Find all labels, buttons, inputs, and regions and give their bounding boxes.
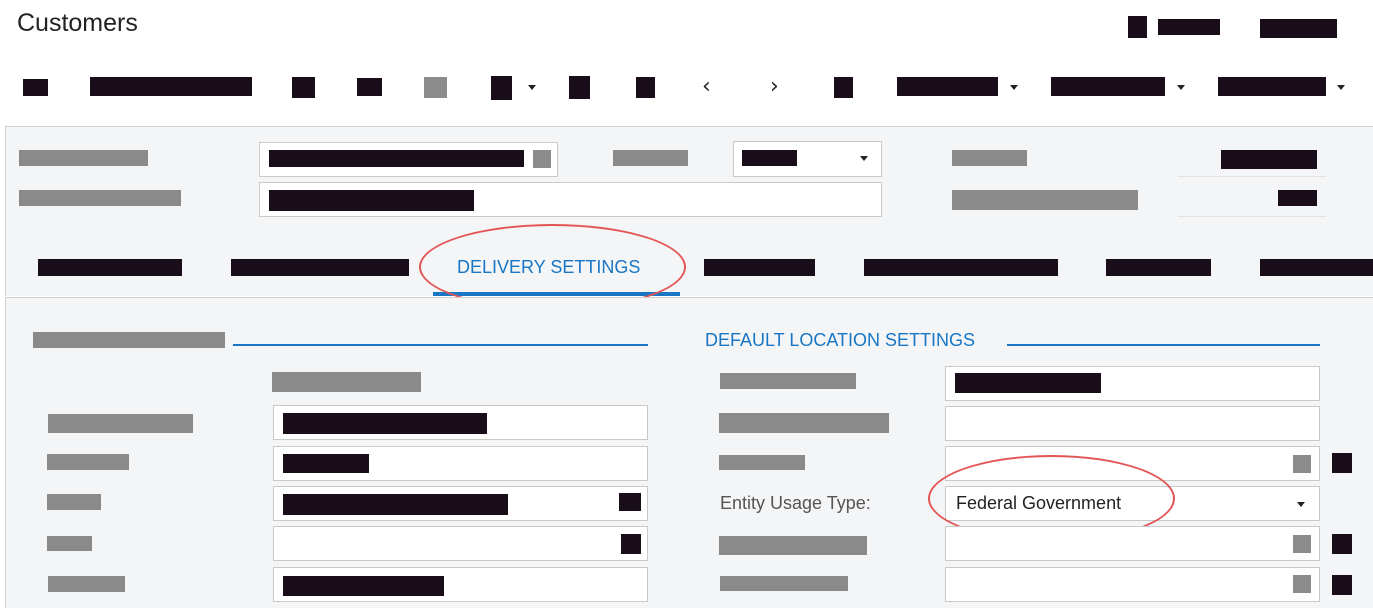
toolbar-button-6[interactable] (636, 77, 655, 98)
section-title-default-location: DEFAULT LOCATION SETTINGS (705, 330, 976, 350)
column-header (272, 372, 421, 392)
left-field-4[interactable] (273, 526, 648, 561)
page-title: Customers (17, 9, 138, 37)
tab-4[interactable] (704, 259, 815, 276)
entity-usage-type-label: Entity Usage Type: (720, 493, 871, 513)
header-link-1[interactable] (1158, 19, 1220, 35)
field-label (613, 150, 688, 166)
header-link-2[interactable] (1260, 19, 1337, 38)
chevron-down-icon (1177, 85, 1185, 90)
chevron-down-icon (528, 85, 536, 90)
tab-5[interactable] (864, 259, 1058, 276)
field-label (19, 190, 181, 206)
lookup-icon[interactable] (1293, 535, 1311, 553)
tab-1[interactable] (38, 259, 182, 276)
lookup-icon[interactable] (533, 150, 551, 168)
divider (1178, 216, 1326, 217)
field-label (47, 454, 129, 470)
edit-icon[interactable] (1332, 575, 1352, 595)
field-label (48, 576, 125, 592)
right-field-6[interactable] (945, 567, 1320, 602)
divider (1178, 176, 1326, 177)
tab-6[interactable] (1106, 259, 1211, 276)
toolbar-menu-3[interactable] (1218, 77, 1326, 96)
chevron-down-icon (860, 156, 868, 161)
section-line-right (1007, 344, 1320, 346)
lookup-icon[interactable] (1293, 455, 1311, 473)
chevron-left-icon[interactable]: ‹ (702, 76, 711, 98)
chevron-down-icon (1337, 85, 1345, 90)
toolbar-button-7[interactable] (834, 77, 853, 98)
lookup-icon[interactable] (1293, 575, 1311, 593)
field-label (47, 536, 92, 551)
edit-icon[interactable] (1332, 534, 1352, 554)
field-value (269, 150, 524, 167)
field-label (720, 576, 848, 591)
field-value (742, 150, 797, 166)
field-label (719, 455, 805, 470)
field-button[interactable] (621, 534, 641, 554)
field-value (955, 373, 1101, 393)
field-value (283, 576, 444, 596)
section-title-left (33, 332, 225, 348)
field-label (19, 150, 148, 166)
toolbar-button-disabled (424, 77, 447, 98)
field-label (719, 413, 889, 433)
toolbar-button-2[interactable] (90, 77, 252, 96)
field-value (283, 413, 487, 434)
field-value (1221, 150, 1317, 169)
toolbar-menu-1[interactable] (897, 77, 998, 96)
chevron-down-icon (1297, 502, 1305, 507)
toolbar-menu-2[interactable] (1051, 77, 1165, 96)
header-icon[interactable] (1128, 16, 1147, 38)
field-label (720, 373, 856, 389)
toolbar-button-5[interactable] (569, 76, 590, 99)
field-label (47, 494, 101, 510)
field-label (952, 190, 1138, 210)
field-value (269, 190, 474, 211)
right-field-2[interactable] (945, 406, 1320, 441)
edit-icon[interactable] (1332, 453, 1352, 473)
field-label (48, 414, 193, 433)
toolbar-button-1[interactable] (23, 79, 48, 96)
toolbar-dropdown-1[interactable] (491, 76, 512, 100)
field-label (719, 536, 867, 555)
field-label (952, 150, 1027, 166)
toolbar-button-4[interactable] (357, 78, 382, 96)
chevron-down-icon (1010, 85, 1018, 90)
chevron-right-icon[interactable]: › (770, 76, 779, 98)
tab-7[interactable] (1260, 259, 1373, 276)
section-line-left (233, 344, 648, 346)
toolbar-button-3[interactable] (292, 77, 315, 98)
tab-2[interactable] (231, 259, 409, 276)
field-value (283, 454, 369, 473)
field-value (1278, 190, 1317, 206)
field-value (283, 494, 508, 515)
right-field-5[interactable] (945, 526, 1320, 561)
field-button[interactable] (619, 493, 641, 511)
